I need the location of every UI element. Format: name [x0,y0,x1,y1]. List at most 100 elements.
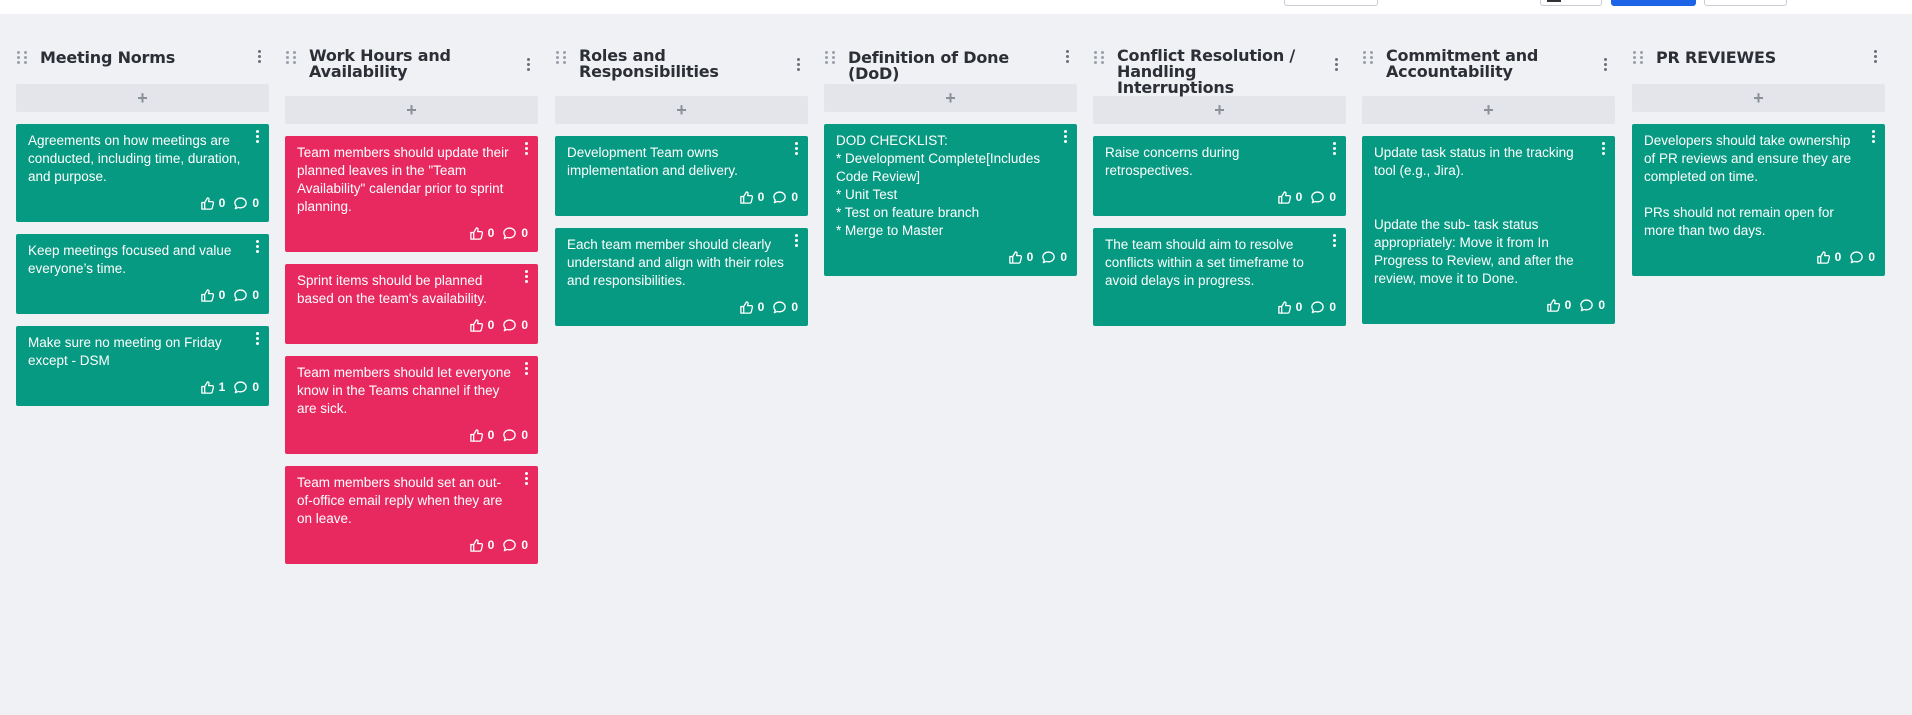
comment-icon[interactable] [772,190,787,205]
note-card[interactable]: Sprint items should be planned based on … [285,264,538,344]
thumbs-up-icon[interactable] [1277,190,1292,205]
drag-handle-icon[interactable] [1362,50,1376,66]
note-card[interactable]: Team members should update their planned… [285,136,538,252]
thumbs-up-icon[interactable] [1546,298,1561,313]
card-menu-icon[interactable] [253,130,261,144]
add-card-button[interactable]: + [1362,96,1615,124]
note-card[interactable]: Update task status in the tracking tool … [1362,136,1615,324]
comment-icon[interactable] [1041,250,1056,265]
add-card-button[interactable]: + [1632,84,1885,112]
column-menu-icon[interactable] [255,50,263,64]
comment-icon[interactable] [1310,300,1325,315]
note-card[interactable]: Each team member should clearly understa… [555,228,808,326]
note-card[interactable]: Keep meetings focused and value everyone… [16,234,269,314]
note-card[interactable]: The team should aim to resolve conflicts… [1093,228,1346,326]
card-menu-icon[interactable] [1330,142,1338,156]
thumbs-up-icon[interactable] [1277,300,1292,315]
comment-icon[interactable] [502,226,517,241]
card-footer: 00 [297,316,528,334]
note-card[interactable]: Team members should let everyone know in… [285,356,538,454]
column-menu-icon[interactable] [524,58,532,72]
comment-icon[interactable] [1579,298,1594,313]
card-text: Keep meetings focused and value everyone… [28,243,232,276]
card-text: Each team member should clearly understa… [567,237,784,288]
card-footer: 00 [567,298,798,316]
card-text: Update task status in the tracking tool … [1374,145,1574,286]
thumbs-up-icon[interactable] [1008,250,1023,265]
view-toggle-button[interactable] [1540,0,1602,6]
card-menu-icon[interactable] [522,472,530,486]
card-footer: 00 [1644,248,1875,266]
add-card-button[interactable]: + [824,84,1077,112]
column-title: PR REVIEWES [1656,48,1777,67]
drag-handle-icon[interactable] [285,50,299,66]
thumbs-up-icon[interactable] [739,190,754,205]
thumbs-up-icon[interactable] [1816,250,1831,265]
add-card-button[interactable]: + [555,96,808,124]
card-menu-icon[interactable] [1869,130,1877,144]
card-menu-icon[interactable] [253,332,261,346]
comment-icon[interactable] [233,288,248,303]
thumbs-up-icon[interactable] [469,318,484,333]
thumbs-up-icon[interactable] [469,226,484,241]
like-count: 0 [757,300,765,314]
column-title: Definition of Done (DoD) [848,48,1009,83]
add-card-button[interactable]: + [1093,96,1346,124]
board-column: Conflict Resolution / Handling Interrupt… [1093,30,1346,326]
like-count: 0 [487,428,495,442]
drag-handle-icon[interactable] [555,50,569,66]
card-menu-icon[interactable] [522,362,530,376]
column-menu-icon[interactable] [1332,58,1340,72]
comment-icon[interactable] [1310,190,1325,205]
column-menu-icon[interactable] [794,58,802,72]
thumbs-up-icon[interactable] [469,538,484,553]
add-card-button[interactable]: + [285,96,538,124]
drag-handle-icon[interactable] [1632,50,1646,66]
thumbs-up-icon[interactable] [200,288,215,303]
column-header: Meeting Norms [16,30,269,84]
thumbs-up-icon[interactable] [739,300,754,315]
comment-icon[interactable] [1849,250,1864,265]
comment-icon[interactable] [502,538,517,553]
card-menu-icon[interactable] [253,240,261,254]
toolbar-field[interactable] [1284,0,1378,6]
comment-count: 0 [521,428,528,442]
thumbs-up-icon[interactable] [200,380,215,395]
column-title: Work Hours and Availability [309,46,451,81]
column-menu-icon[interactable] [1871,50,1879,64]
secondary-action-button[interactable] [1704,0,1787,6]
card-footer: 00 [28,286,259,304]
card-footer: 00 [1105,188,1336,206]
comment-icon[interactable] [233,380,248,395]
card-menu-icon[interactable] [1330,234,1338,248]
note-card[interactable]: DOD CHECKLIST: * Development Complete[In… [824,124,1077,276]
column-menu-icon[interactable] [1063,50,1071,64]
card-footer: 00 [297,536,528,554]
primary-action-button[interactable] [1611,0,1696,6]
comment-icon[interactable] [502,428,517,443]
thumbs-up-icon[interactable] [469,428,484,443]
like-count: 0 [487,318,495,332]
comment-icon[interactable] [233,196,248,211]
drag-handle-icon[interactable] [1093,50,1107,66]
drag-handle-icon[interactable] [824,50,838,66]
comment-count: 0 [791,300,798,314]
card-menu-icon[interactable] [1061,130,1069,144]
comment-icon[interactable] [772,300,787,315]
column-menu-icon[interactable] [1601,58,1609,72]
note-card[interactable]: Raise concerns during retrospectives. 0 0 [1093,136,1346,216]
card-menu-icon[interactable] [792,234,800,248]
card-menu-icon[interactable] [1599,142,1607,156]
thumbs-up-icon[interactable] [200,196,215,211]
note-card[interactable]: Development Team owns implementation and… [555,136,808,216]
card-menu-icon[interactable] [522,270,530,284]
note-card[interactable]: Team members should set an out-of-office… [285,466,538,564]
drag-handle-icon[interactable] [16,50,30,66]
add-card-button[interactable]: + [16,84,269,112]
card-menu-icon[interactable] [522,142,530,156]
note-card[interactable]: Developers should take ownership of PR r… [1632,124,1885,276]
note-card[interactable]: Agreements on how meetings are conducted… [16,124,269,222]
card-menu-icon[interactable] [792,142,800,156]
comment-icon[interactable] [502,318,517,333]
note-card[interactable]: Make sure no meeting on Friday except - … [16,326,269,406]
